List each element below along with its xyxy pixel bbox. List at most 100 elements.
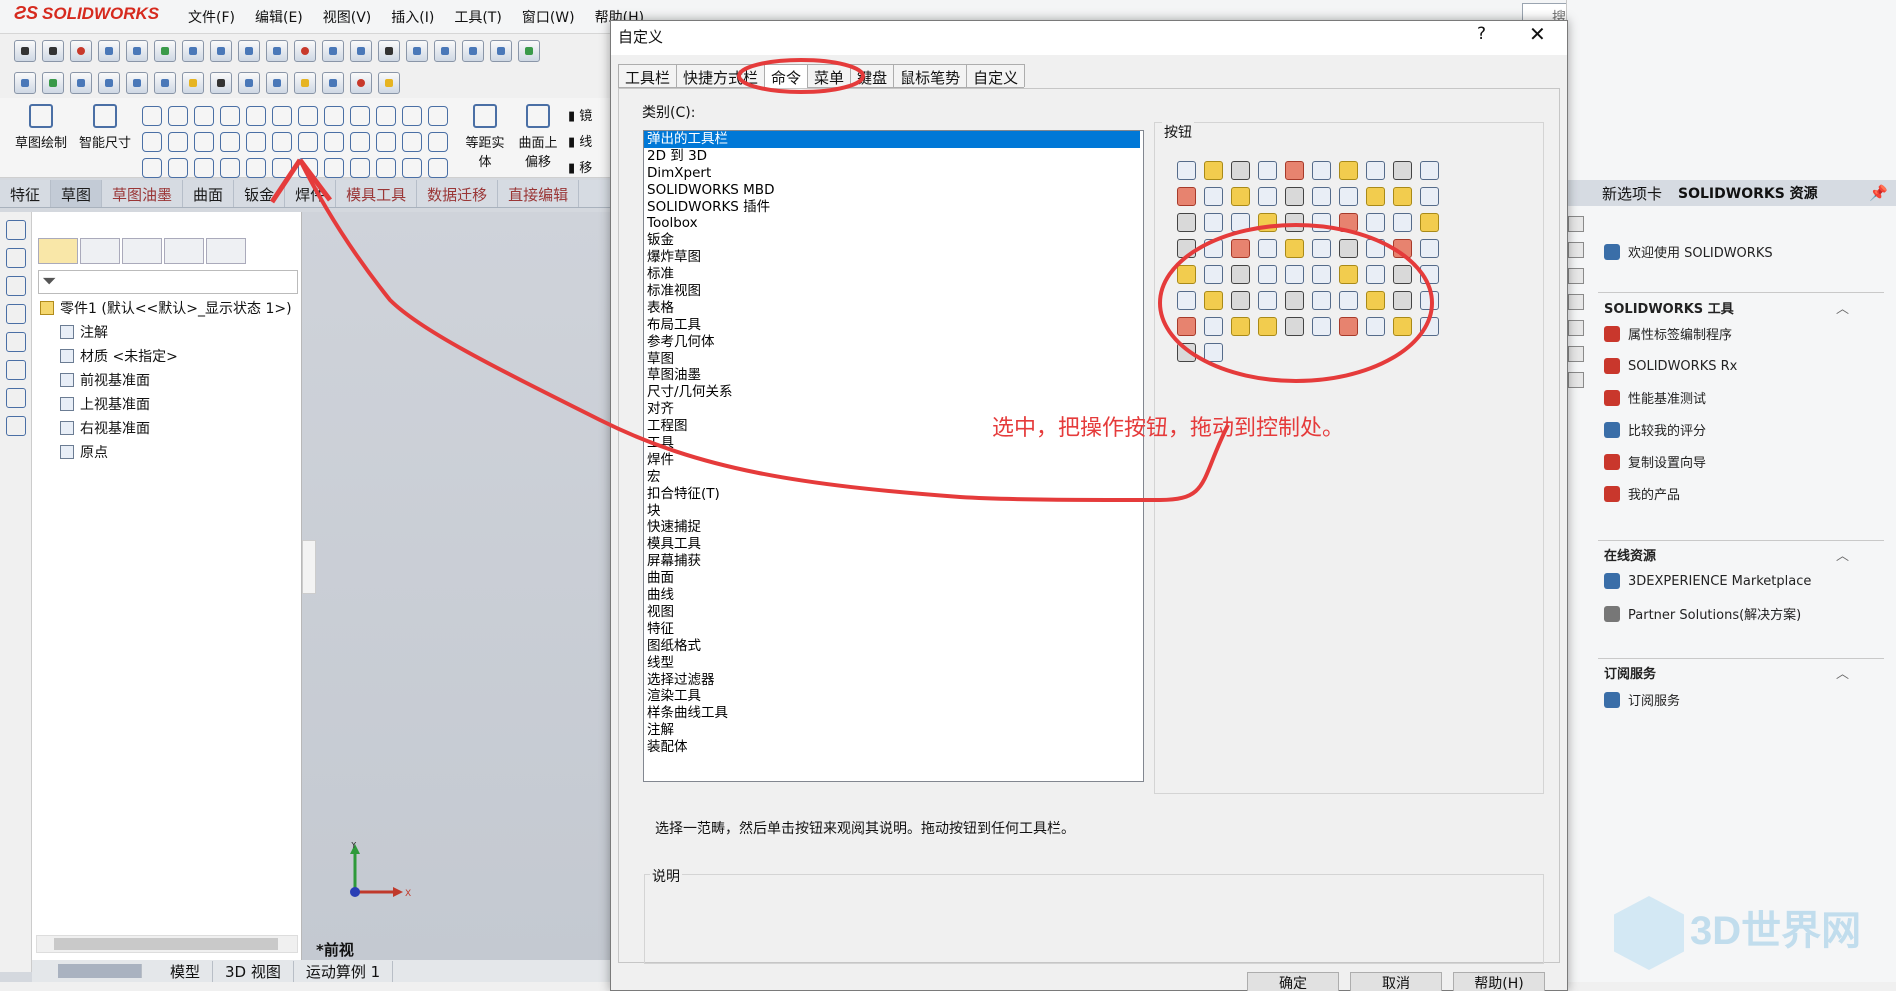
addin-icon-e[interactable] [126,72,148,94]
offset-entities-button[interactable]: 等距实体 [460,104,510,170]
tree-item-front-plane[interactable]: 前视基准面 [60,370,150,390]
sketch-tool-icon-k[interactable] [168,158,188,178]
command-button-icon[interactable] [1285,265,1304,284]
category-item[interactable]: 选择过滤器 [644,672,1143,689]
category-item[interactable]: 特征 [644,621,1143,638]
command-button-icon[interactable] [1393,291,1412,310]
dimxpert-tab-icon[interactable] [164,238,204,264]
tool-item[interactable]: 我的产品 [1604,484,1680,503]
tree-item-annotations[interactable]: 注解 [60,322,108,342]
edit-macro-icon[interactable] [126,40,148,62]
cancel-button[interactable]: 取消 [1350,972,1442,991]
macro-icon[interactable] [98,40,120,62]
category-item[interactable]: 尺寸/几何关系 [644,384,1143,401]
command-button-icon[interactable] [1339,187,1358,206]
tool-icon-c[interactable] [238,40,260,62]
collapse-chevron-icon[interactable]: ︿ [1836,545,1849,564]
feature-tree-tab-icon[interactable] [38,238,78,264]
tool-icon-i[interactable] [434,40,456,62]
polygon-icon[interactable] [194,132,214,152]
sketch-tool-icon-t[interactable] [428,158,448,178]
sketch-tool-icon-d[interactable] [428,106,448,126]
category-item[interactable]: 钣金 [644,232,1143,249]
linear-pattern[interactable]: ▮ 线 [568,130,592,156]
command-button-icon[interactable] [1258,239,1277,258]
tool-icon-f[interactable] [322,40,344,62]
addin-icon-a[interactable] [14,72,36,94]
category-item[interactable]: SOLIDWORKS 插件 [644,199,1143,216]
command-button-icon[interactable] [1177,213,1196,232]
command-button-icon[interactable] [1204,265,1223,284]
addin-icon-l[interactable] [322,72,344,94]
tree-item-top-plane[interactable]: 上视基准面 [60,394,150,414]
command-button-icon[interactable] [1258,187,1277,206]
sketch-tool-icon-r[interactable] [376,158,396,178]
command-button-icon[interactable] [1177,317,1196,336]
command-button-icon[interactable] [1366,213,1385,232]
command-button-icon[interactable] [1204,161,1223,180]
tab-direct-editing[interactable]: 直接编辑 [498,180,580,207]
command-button-icon[interactable] [1312,317,1331,336]
command-button-icon[interactable] [1420,239,1439,258]
section-title-tools[interactable]: SOLIDWORKS 工具 [1604,298,1734,317]
sketch-tool-icon-i[interactable] [428,132,448,152]
stop-icon[interactable] [42,40,64,62]
category-item[interactable]: 扣合特征(T) [644,486,1143,503]
command-button-icon[interactable] [1420,265,1439,284]
category-item[interactable]: 块 [644,503,1143,520]
command-button-icon[interactable] [1285,239,1304,258]
command-button-icon[interactable] [1420,187,1439,206]
strip-icon-b[interactable] [6,248,26,268]
sketch-text-icon[interactable] [272,132,292,152]
strip-icon-f[interactable] [6,360,26,380]
category-item[interactable]: 参考几何体 [644,334,1143,351]
section-title-online[interactable]: 在线资源 [1604,545,1656,564]
plane-icon[interactable] [272,106,292,126]
spell-check-icon[interactable] [154,40,176,62]
fillet-icon[interactable] [194,106,214,126]
addin-icon-d[interactable] [98,72,120,94]
command-button-icon[interactable] [1366,161,1385,180]
command-button-icon[interactable] [1312,187,1331,206]
command-button-icon[interactable] [1393,317,1412,336]
command-button-icon[interactable] [1312,291,1331,310]
category-item[interactable]: 屏幕捕获 [644,553,1143,570]
sketch-tool-icon-f[interactable] [298,132,318,152]
panel-splitter[interactable] [302,540,316,594]
category-item[interactable]: 注解 [644,722,1143,739]
command-button-icon[interactable] [1231,291,1250,310]
addin-icon-i[interactable] [238,72,260,94]
command-button-icon[interactable] [1366,291,1385,310]
sketch-tool-icon-j[interactable] [142,158,162,178]
surface-offset-button[interactable]: 曲面上偏移 [514,104,562,170]
tab-toolbars[interactable]: 工具栏 [618,64,678,87]
command-button-icon[interactable] [1420,291,1439,310]
sketch-tool-icon-h[interactable] [376,132,396,152]
category-item[interactable]: 表格 [644,300,1143,317]
sketch-3d-icon[interactable] [220,158,240,178]
sketch-tool-icon-o[interactable] [298,158,318,178]
command-button-icon[interactable] [1420,213,1439,232]
sketch-tool-icon-p[interactable] [324,158,344,178]
category-item[interactable]: 模具工具 [644,536,1143,553]
category-item[interactable]: 渲染工具 [644,688,1143,705]
tool-item[interactable]: 性能基准测试 [1604,388,1706,407]
tool-icon-g[interactable] [350,40,372,62]
addin-icon-h[interactable] [210,72,232,94]
command-button-icon[interactable] [1366,265,1385,284]
category-item[interactable]: 线型 [644,655,1143,672]
addin-icon-g[interactable] [182,72,204,94]
configuration-manager-tab-icon[interactable] [122,238,162,264]
sketch-tool-icon-b[interactable] [376,106,396,126]
arc-icon[interactable] [168,132,188,152]
property-manager-tab-icon[interactable] [80,238,120,264]
command-button-icon[interactable] [1366,239,1385,258]
dialog-close-button[interactable]: ✕ [1529,22,1546,46]
category-item[interactable]: 视图 [644,604,1143,621]
command-button-icon[interactable] [1285,317,1304,336]
tool-item[interactable]: SOLIDWORKS Rx [1604,358,1737,374]
tab-weldments[interactable]: 焊件 [285,180,337,207]
menu-view[interactable]: 视图(V) [313,7,382,27]
command-button-icon[interactable] [1204,317,1223,336]
command-button-icon[interactable] [1177,161,1196,180]
